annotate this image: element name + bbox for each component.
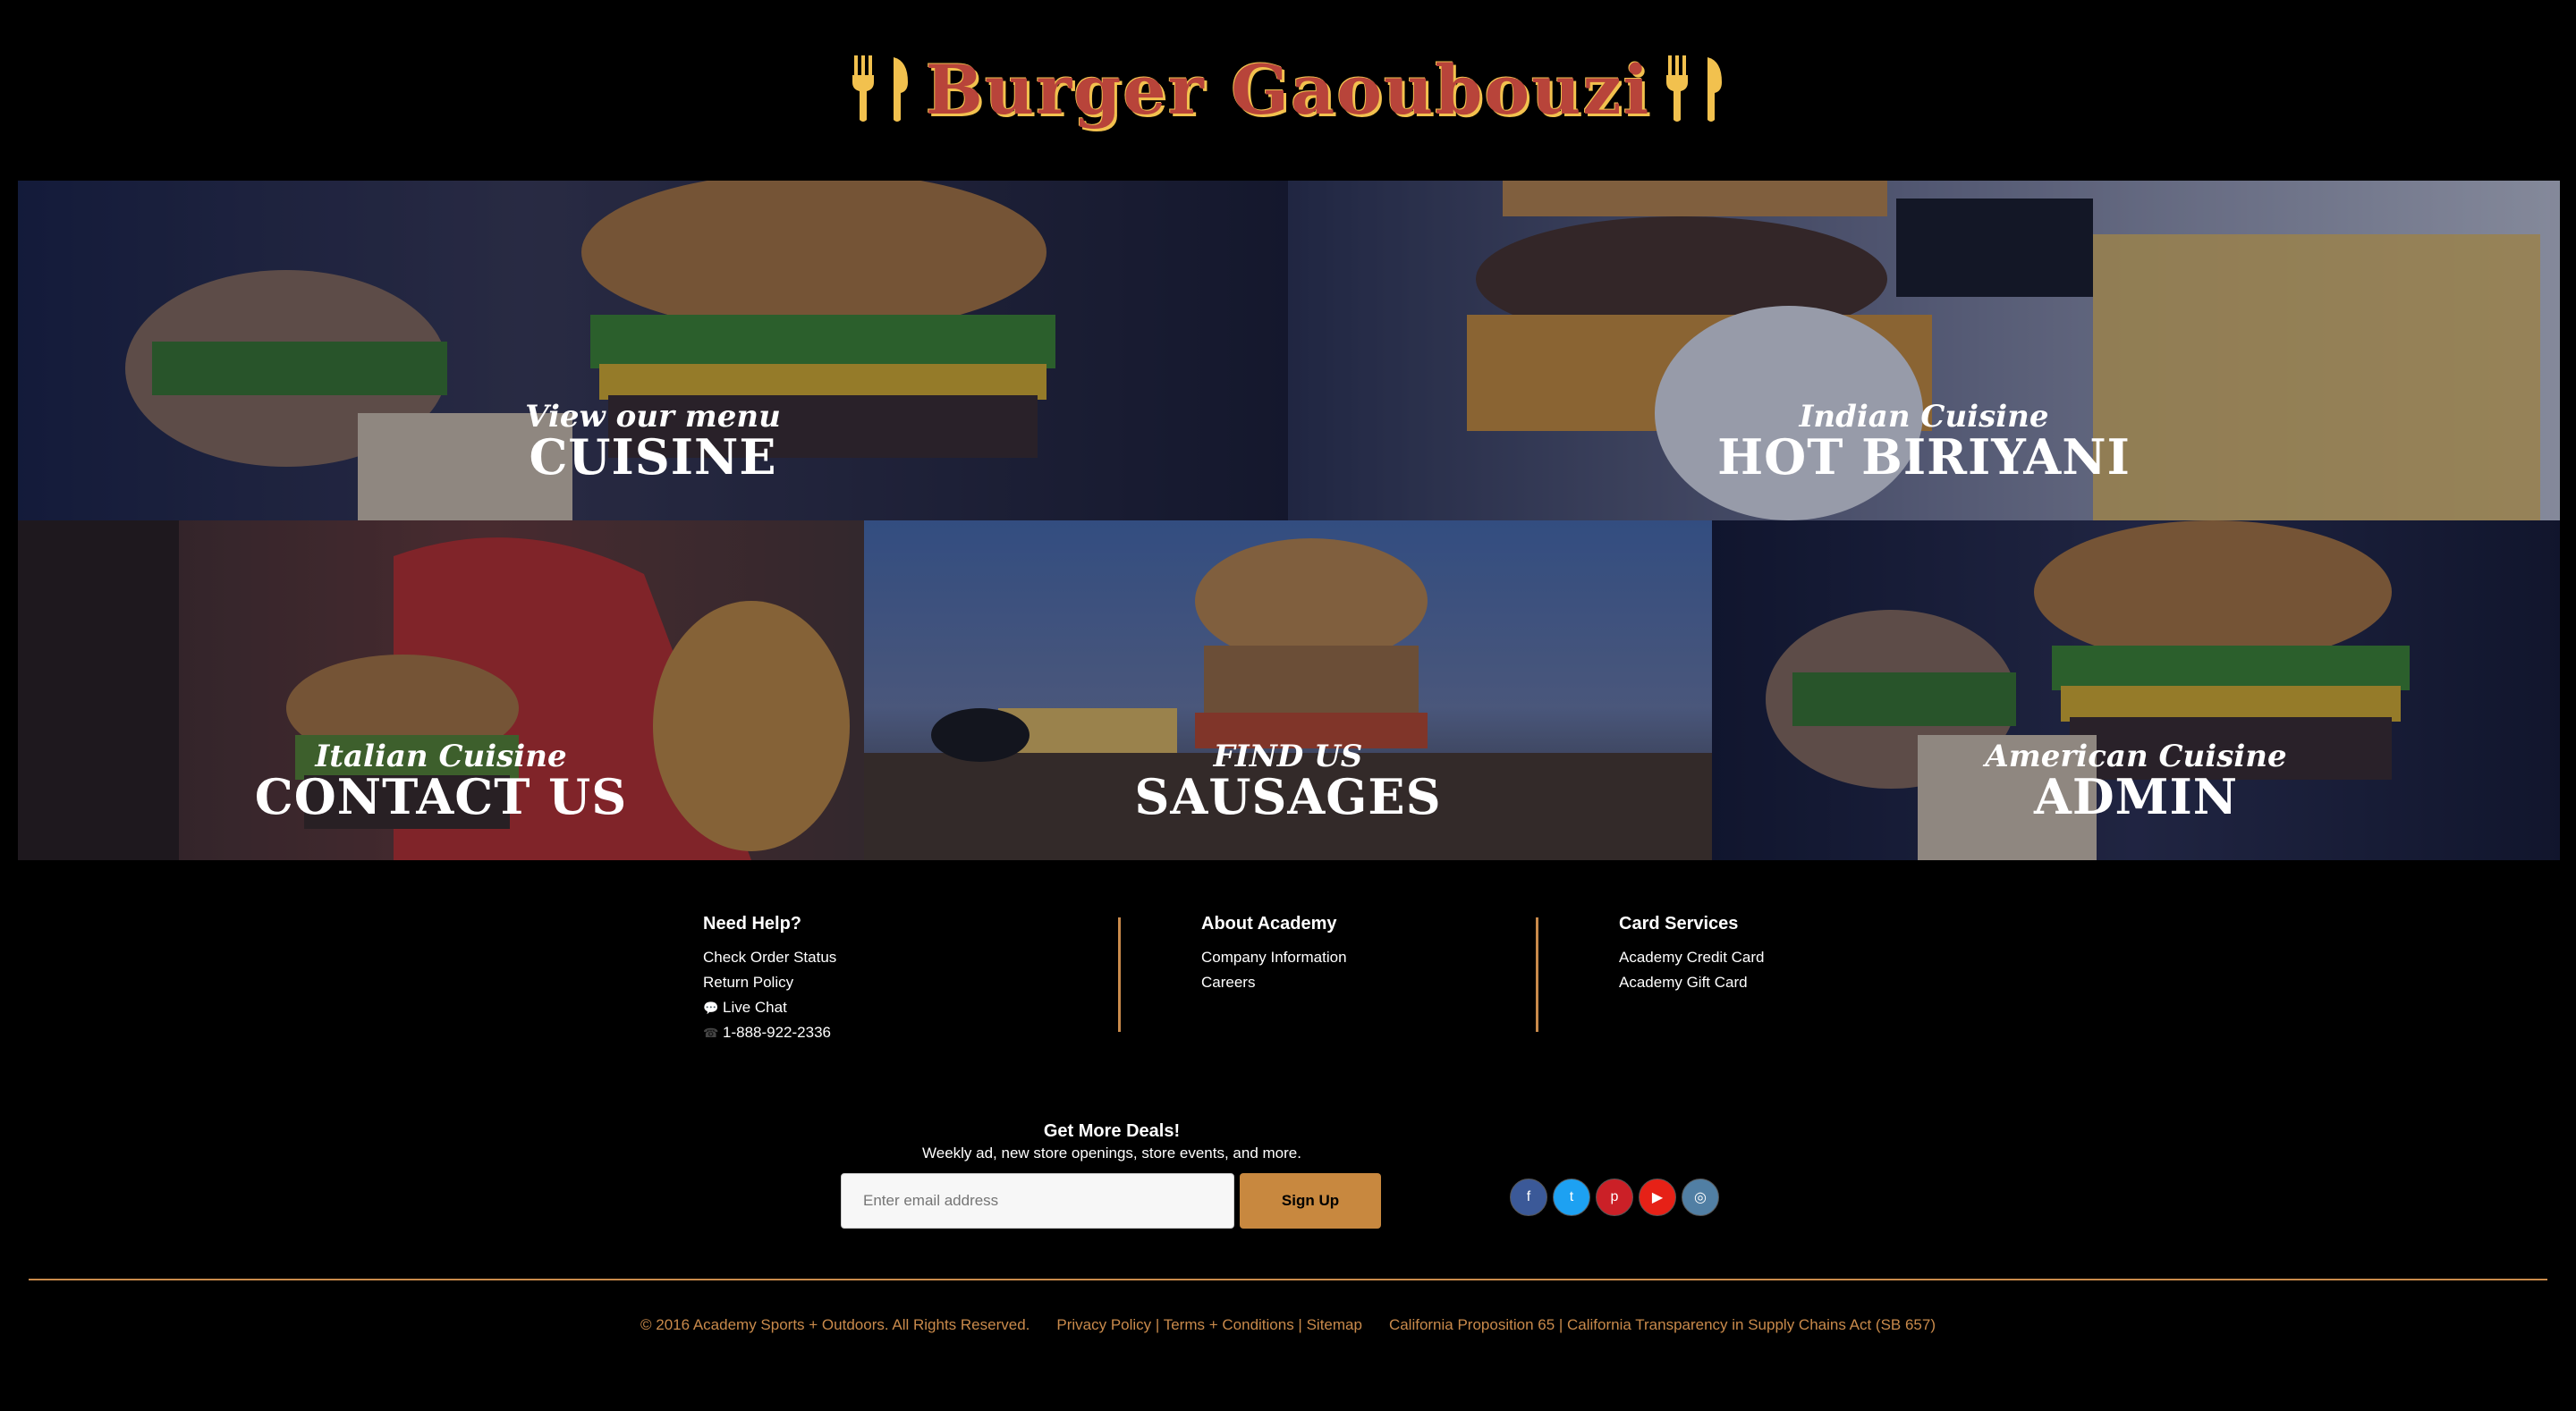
pinterest-glyph: p (1610, 1189, 1619, 1204)
link-label: Live Chat (723, 999, 787, 1016)
facebook-icon[interactable]: f (1510, 1179, 1547, 1216)
twitter-icon[interactable]: t (1553, 1179, 1590, 1216)
deals-subtitle: Weekly ad, new store openings, store eve… (922, 1145, 1301, 1162)
site-title[interactable]: Burger Gaoubouzi (926, 50, 1651, 130)
link-academy-credit-card[interactable]: Academy Credit Card (1619, 945, 1953, 970)
link-return-policy[interactable]: Return Policy (703, 970, 1118, 995)
social-links: f t p ▶ ◎ (1510, 1179, 1719, 1216)
youtube-glyph: ▶ (1651, 1190, 1664, 1205)
tile-subtitle: View our menu (525, 399, 781, 435)
tile-contact-us[interactable]: Italian Cuisine CONTACT US (18, 520, 864, 860)
tile-cuisine[interactable]: View our menu CUISINE (18, 181, 1288, 520)
link-company-information[interactable]: Company Information (1201, 945, 1536, 970)
legal-links[interactable]: Privacy Policy | Terms + Conditions | Si… (1056, 1316, 1362, 1334)
email-input[interactable] (841, 1173, 1234, 1229)
link-careers[interactable]: Careers (1201, 970, 1536, 995)
footer-heading: Card Services (1619, 914, 1739, 934)
tile-subtitle: Indian Cuisine (1799, 399, 2049, 435)
footer-col-about: About Academy Company Information Career… (1121, 914, 1536, 1045)
facebook-glyph: f (1526, 1189, 1531, 1204)
link-phone[interactable]: ☎ 1-888-922-2336 (703, 1020, 1118, 1045)
tile-subtitle: American Cuisine (1985, 739, 2287, 775)
youtube-icon[interactable]: ▶ (1639, 1179, 1676, 1216)
footer-heading: About Academy (1201, 914, 1337, 934)
deals-title: Get More Deals! (1043, 1121, 1181, 1141)
chat-icon: 💬 (703, 1001, 719, 1015)
fork-knife-icon (852, 55, 908, 122)
tile-heading: ADMIN (2033, 768, 2239, 826)
link-label: 1-888-922-2336 (723, 1024, 831, 1041)
link-academy-gift-card[interactable]: Academy Gift Card (1619, 970, 1953, 995)
pinterest-icon[interactable]: p (1596, 1179, 1633, 1216)
footer-heading: Need Help? (703, 914, 802, 934)
link-live-chat[interactable]: 💬 Live Chat (703, 995, 1118, 1020)
tile-admin[interactable]: American Cuisine ADMIN (1712, 520, 2560, 860)
site-header: Burger Gaoubouzi (0, 0, 2576, 179)
tile-heading: CUISINE (529, 428, 777, 486)
tile-sausages[interactable]: FIND US SAUSAGES (864, 520, 1712, 860)
tile-subtitle: FIND US (1213, 739, 1363, 775)
tile-heading: SAUSAGES (1134, 768, 1442, 826)
footer-col-help: Need Help? Check Order Status Return Pol… (703, 914, 1118, 1045)
tile-heading: CONTACT US (254, 768, 628, 826)
copyright-text: © 2016 Academy Sports + Outdoors. All Ri… (640, 1316, 1030, 1333)
sign-up-button[interactable]: Sign Up (1240, 1173, 1381, 1229)
link-check-order-status[interactable]: Check Order Status (703, 945, 1118, 970)
tile-heading: HOT BIRIYANI (1717, 428, 2131, 486)
california-links[interactable]: California Proposition 65 | California T… (1389, 1316, 1936, 1334)
tile-subtitle: Italian Cuisine (315, 739, 567, 775)
phone-icon: ☎ (703, 1026, 719, 1040)
footer-col-card: Card Services Academy Credit Card Academ… (1538, 914, 1953, 1045)
twitter-glyph: t (1569, 1189, 1574, 1204)
tile-hot-biriyani[interactable]: Indian Cuisine HOT BIRIYANI (1288, 181, 2560, 520)
fork-knife-icon (1666, 55, 1723, 122)
legal-bar: © 2016 Academy Sports + Outdoors. All Ri… (0, 1316, 2576, 1334)
instagram-icon[interactable]: ◎ (1682, 1179, 1719, 1216)
instagram-glyph: ◎ (1694, 1190, 1707, 1205)
footer-rule (29, 1279, 2547, 1280)
footer-links: Need Help? Check Order Status Return Pol… (703, 914, 1953, 1045)
